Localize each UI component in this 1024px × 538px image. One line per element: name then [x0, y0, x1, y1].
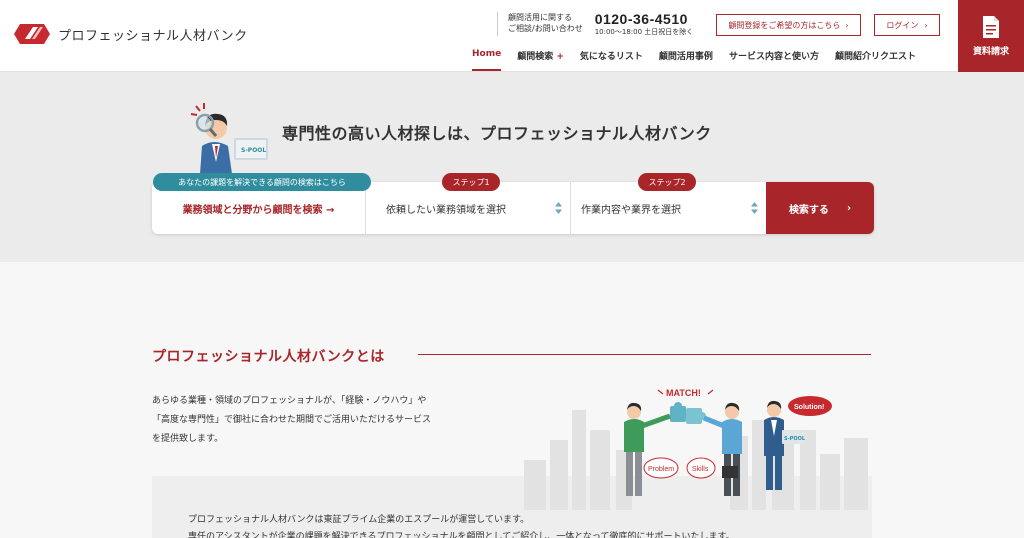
contact-label-block: 顧問活用に関する ご相談/お問い合わせ — [508, 12, 583, 34]
about-text-line: を提供致します。 — [152, 434, 224, 444]
company-text-line: 専任のアシスタントが企業の課題を解決できるプロフェッショナルを顧問としてご紹介し… — [188, 532, 735, 538]
problem-label: Problem — [648, 466, 674, 473]
nav-home-label: Home — [472, 49, 502, 59]
company-text-line: プロフェッショナル人材バンクは東証プライム企業のエスプールが運営しています。 — [188, 515, 530, 525]
hero-section: S-POOL 専門性の高い人材探しは、プロフェッショナル人材バンク 業務領域と分… — [0, 72, 1024, 262]
plus-icon: + — [556, 52, 564, 62]
document-request-label: 資料請求 — [972, 47, 1009, 57]
consult-registration-button[interactable]: 顧問登録をご希望の方はこちら › — [716, 14, 861, 36]
nav-advisor-search[interactable]: 顧問検索 + — [509, 49, 572, 71]
site-header: プロフェッショナル人材バンク 顧問活用に関する ご相談/お問い合わせ 0120-… — [0, 0, 1024, 72]
nav-case-studies-label: 顧問活用事例 — [658, 52, 713, 62]
nav-watch-list[interactable]: 気になるリスト — [572, 49, 651, 71]
nav-advisor-request-label: 顧問紹介リクエスト — [834, 52, 916, 62]
nav-advisor-search-label: 顧問検索 — [517, 52, 554, 62]
login-button[interactable]: ログイン › — [874, 14, 940, 36]
chevron-right-icon: › — [845, 20, 849, 30]
logo[interactable]: プロフェッショナル人材バンク — [14, 22, 248, 46]
document-request-button[interactable]: 資料請求 — [958, 0, 1024, 72]
nav-advisor-request[interactable]: 顧問紹介リクエスト — [827, 49, 924, 71]
contact-phone[interactable]: 0120-36-4510 — [595, 12, 694, 26]
contact-phone-block: 0120-36-4510 10:00〜18:00 土日祝日を除く — [595, 12, 694, 37]
select-updown-icon — [555, 202, 562, 214]
logo-text: プロフェッショナル人材バンク — [58, 28, 248, 44]
document-icon — [983, 16, 999, 38]
contact-label-line1: 顧問活用に関する — [508, 13, 572, 22]
contact-hours: 10:00〜18:00 土日祝日を除く — [594, 28, 694, 36]
consultant-illustration: S-POOL — [190, 103, 268, 174]
search-by-field-label: 業務領域と分野から顧問を検索 → — [182, 204, 335, 216]
select-updown-icon — [751, 202, 758, 214]
matching-illustration: MATCH! Problem Skills S-POOL Solution! — [524, 388, 868, 510]
laptop-logo-text: S-POOL — [241, 147, 266, 154]
nav-case-studies[interactable]: 顧問活用事例 — [651, 49, 721, 71]
chevron-right-icon: › — [924, 20, 928, 30]
about-text-line: 「高度な専門性」で御社に合わせた期間でご活用いただけるサービス — [152, 415, 432, 425]
step2-badge: ステップ2 — [638, 173, 696, 191]
main-nav: Home 顧問検索 + 気になるリスト 顧問活用事例 サービス内容と使い方 顧問… — [472, 49, 924, 71]
search-intro-badge: あなたの課題を解決できる顧問の検索はこちら — [153, 173, 371, 191]
skills-label: Skills — [692, 466, 709, 473]
search-button[interactable]: 検索する › — [766, 182, 874, 234]
nav-watch-list-label: 気になるリスト — [579, 52, 643, 62]
nav-home[interactable]: Home — [472, 49, 509, 71]
company-description: プロフェッショナル人材バンクは東証プライム企業のエスプールが運営しています。 専… — [188, 512, 735, 538]
chevron-right-icon: › — [846, 202, 852, 214]
contact-info: 顧問活用に関する ご相談/お問い合わせ 0120-36-4510 10:00〜1… — [497, 12, 693, 36]
about-section-title: プロフェッショナル人材バンクとは — [152, 349, 385, 365]
laptop-logo-text: S-POOL — [784, 436, 806, 442]
about-title-divider — [418, 354, 871, 355]
hero-title: 専門性の高い人材探しは、プロフェッショナル人材バンク — [282, 124, 712, 143]
about-description: あらゆる業種・領域のプロフェッショナルが、「経験・ノウハウ」や 「高度な専門性」… — [152, 392, 482, 449]
logo-mark-icon — [14, 24, 50, 44]
solution-label: Solution! — [794, 404, 824, 411]
nav-service-guide-label: サービス内容と使い方 — [728, 52, 819, 62]
business-area-select-label: 依頼したい業務領域を選択 — [386, 204, 506, 216]
consult-registration-label: 顧問登録をご希望の方はこちら — [728, 20, 841, 30]
search-button-label: 検索する — [788, 204, 829, 216]
match-label: MATCH! — [666, 388, 701, 398]
nav-service-guide[interactable]: サービス内容と使い方 — [721, 49, 827, 71]
about-text-line: あらゆる業種・領域のプロフェッショナルが、「経験・ノウハウ」や — [152, 396, 427, 406]
contact-label-line2: ご相談/お問い合わせ — [508, 24, 583, 33]
login-label: ログイン — [886, 20, 919, 30]
work-industry-select-label: 作業内容や業界を選択 — [581, 204, 681, 216]
step1-badge: ステップ1 — [442, 173, 500, 191]
